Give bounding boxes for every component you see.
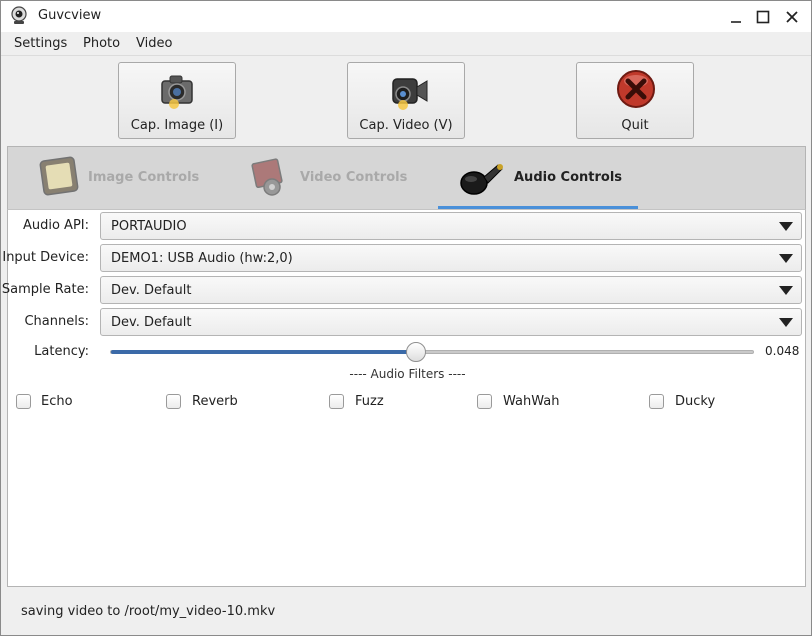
ducky-label[interactable]: Ducky: [675, 394, 715, 409]
audio-api-value: PORTAUDIO: [111, 219, 187, 234]
input-device-value: DEMO1: USB Audio (hw:2,0): [111, 251, 293, 266]
latency-label: Latency:: [34, 344, 89, 359]
audio-api-label: Audio API:: [22, 218, 89, 233]
wahwah-checkbox[interactable]: [477, 394, 492, 409]
dropdown-arrow-icon: [779, 222, 793, 231]
microphone-icon: [458, 153, 506, 201]
capture-video-button[interactable]: Cap. Video (V): [347, 62, 465, 139]
audio-controls-panel: Audio API: PORTAUDIO Input Device: DEMO1…: [2, 210, 806, 587]
video-camera-icon: [383, 67, 431, 115]
menu-photo[interactable]: Photo: [83, 36, 120, 51]
menu-bar: Settings Photo Video: [1, 32, 811, 56]
video-controls-icon: [248, 153, 296, 201]
echo-checkbox[interactable]: [16, 394, 31, 409]
status-bar: saving video to /root/my_video-10.mkv: [1, 591, 811, 635]
webcam-app-icon: [9, 6, 29, 26]
toolbar: Cap. Image (I) Cap. Video (V) Quit: [1, 56, 811, 146]
echo-label[interactable]: Echo: [41, 394, 73, 409]
channels-value: Dev. Default: [111, 315, 192, 330]
reverb-checkbox[interactable]: [166, 394, 181, 409]
latency-slider[interactable]: [110, 342, 754, 362]
status-message: saving video to /root/my_video-10.mkv: [21, 604, 276, 619]
tab-image-controls-label: Image Controls: [88, 170, 200, 185]
tab-bar: Image Controls Video Controls Audio Cont…: [7, 146, 806, 210]
wahwah-label[interactable]: WahWah: [503, 394, 559, 409]
maximize-icon[interactable]: [753, 7, 773, 27]
audio-filters-heading: ---- Audio Filters ----: [349, 367, 466, 381]
title-bar: Guvcview: [1, 1, 811, 32]
sample-rate-select[interactable]: Dev. Default: [100, 276, 802, 304]
sample-rate-value: Dev. Default: [111, 283, 192, 298]
tab-audio-controls-label: Audio Controls: [514, 170, 623, 185]
capture-image-button[interactable]: Cap. Image (I): [118, 62, 236, 139]
dropdown-arrow-icon: [779, 318, 793, 327]
menu-settings[interactable]: Settings: [14, 36, 67, 51]
tab-video-controls[interactable]: Video Controls: [248, 147, 438, 209]
input-device-label: Input Device:: [2, 250, 89, 265]
tab-image-controls[interactable]: Image Controls: [36, 147, 236, 209]
capture-image-label: Cap. Image (I): [130, 118, 224, 133]
audio-api-select[interactable]: PORTAUDIO: [100, 212, 802, 240]
close-icon[interactable]: [782, 7, 802, 27]
sample-rate-label: Sample Rate:: [1, 282, 89, 297]
fuzz-checkbox[interactable]: [329, 394, 344, 409]
latency-slider-handle[interactable]: [406, 342, 426, 362]
fuzz-label[interactable]: Fuzz: [355, 394, 384, 409]
channels-select[interactable]: Dev. Default: [100, 308, 802, 336]
input-device-select[interactable]: DEMO1: USB Audio (hw:2,0): [100, 244, 802, 272]
active-tab-indicator: [438, 206, 638, 209]
main-window: Guvcview Settings Photo Video Cap. Image…: [0, 0, 812, 636]
minimize-icon[interactable]: [726, 7, 746, 27]
latency-slider-fill: [111, 350, 416, 354]
camera-icon: [154, 67, 202, 115]
tab-audio-controls[interactable]: Audio Controls: [458, 147, 638, 209]
quit-button[interactable]: Quit: [576, 62, 694, 139]
reverb-label[interactable]: Reverb: [192, 394, 238, 409]
tab-video-controls-label: Video Controls: [300, 170, 408, 185]
dropdown-arrow-icon: [779, 286, 793, 295]
latency-value: 0.048: [765, 344, 800, 358]
quit-label: Quit: [621, 118, 649, 133]
window-title: Guvcview: [38, 8, 102, 23]
image-controls-icon: [36, 153, 84, 201]
dropdown-arrow-icon: [779, 254, 793, 263]
quit-icon: [612, 67, 660, 115]
channels-label: Channels:: [24, 314, 89, 329]
capture-video-label: Cap. Video (V): [359, 118, 453, 133]
menu-video[interactable]: Video: [136, 36, 172, 51]
ducky-checkbox[interactable]: [649, 394, 664, 409]
